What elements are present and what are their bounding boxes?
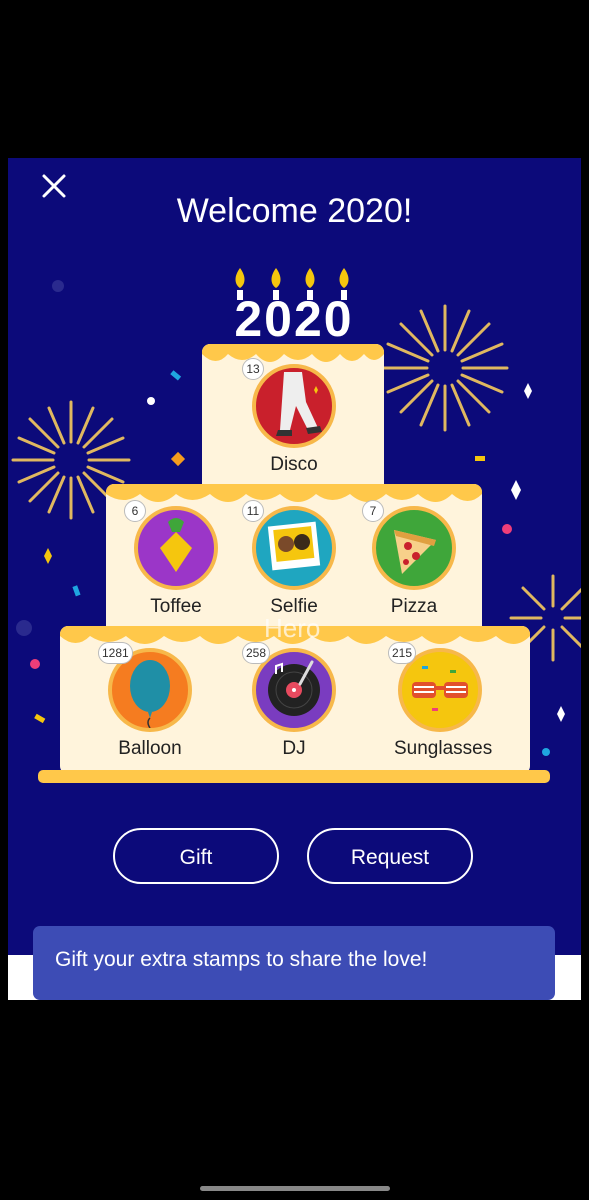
stamps-screen: Welcome 2020! 2020 13 Disco 6 Toffee 11 … [8,158,581,1000]
stamp-disco[interactable]: 13 Disco [242,358,340,476]
stamp-dj[interactable]: 258 DJ [242,642,340,760]
stamp-selfie[interactable]: 11 Selfie [242,500,340,618]
stamp-pizza[interactable]: 7 Pizza [362,500,460,618]
page-title: Welcome 2020! [176,192,413,230]
request-button[interactable]: Request [307,828,473,884]
sunglasses-icon [412,666,468,711]
toffee-icon [160,518,192,572]
vinyl-record-icon [268,660,320,716]
disco-dancer-icon [276,372,322,436]
stamp-sunglasses[interactable]: 215 Sunglasses [388,642,492,760]
stamp-toffee[interactable]: 6 Toffee [124,500,222,618]
home-indicator[interactable] [200,1186,390,1191]
cake-plate [38,770,550,783]
toast-snackbar: Gift your extra stamps to share the love… [33,926,555,1000]
hero-overlay-text: Hero [264,613,321,643]
stamp-balloon[interactable]: 1281 Balloon [98,642,196,760]
cake-topper: 2020 [234,291,354,347]
gift-button[interactable]: Gift [113,828,279,884]
pizza-icon [394,530,436,574]
selfie-photo-icon [267,521,321,571]
